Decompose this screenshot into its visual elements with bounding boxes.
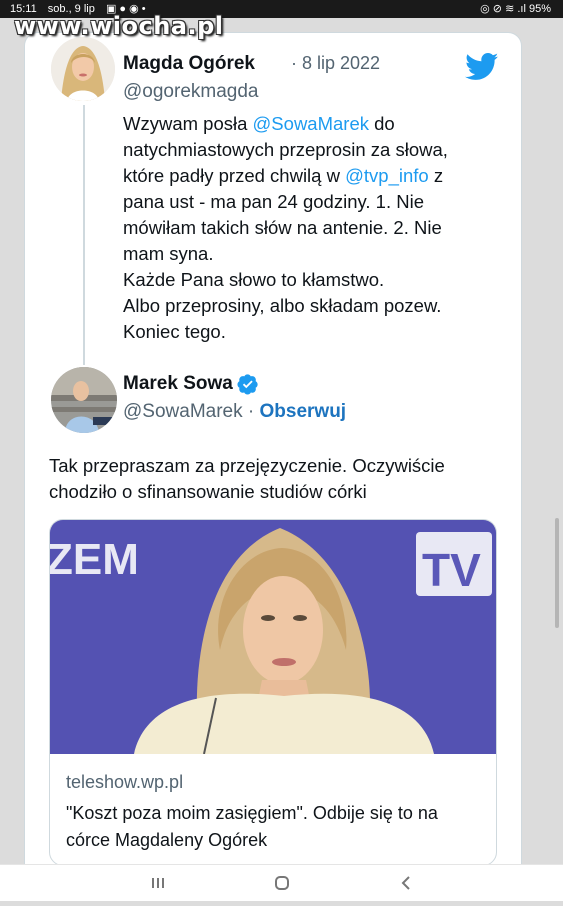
link-preview-card[interactable]: ZEM TV teleshow.wp.pl "Koszt poza moim z…	[49, 519, 497, 866]
watermark-text: www.wiocha.pl	[14, 12, 224, 40]
link-domain: teleshow.wp.pl	[66, 772, 184, 792]
recent-apps-button[interactable]	[138, 865, 178, 901]
tweet-line: pana ust - ma pan 24 godziny. 1. Nie	[123, 189, 448, 215]
text-run: Koniec tego.	[123, 321, 226, 342]
twitter-logo-icon	[465, 53, 499, 80]
author-handle-marek: @SowaMarek · Obserwuj	[123, 401, 346, 423]
text-run: które padły przed chwilą w	[123, 165, 346, 186]
tweet-line: chodziło o sfinansowanie studiów córki	[49, 481, 367, 502]
text-run: z	[428, 165, 444, 186]
text-run: Wzywam posła	[123, 113, 253, 134]
thread-line	[83, 105, 85, 365]
home-icon	[275, 876, 289, 890]
text-run: pana ust - ma pan 24 godziny. 1. Nie	[123, 191, 424, 212]
author-name-magda[interactable]: Magda Ogórek	[123, 53, 255, 75]
avatar-marek-image	[51, 367, 117, 433]
tweet-date[interactable]: · 8 lip 2022	[291, 53, 380, 74]
tweet-card[interactable]: Magda Ogórek · 8 lip 2022 @ogorekmagda W…	[24, 32, 522, 880]
text-run: mam syna.	[123, 243, 214, 264]
handle-text[interactable]: @SowaMarek	[123, 401, 243, 422]
tweet-line: które padły przed chwilą w @tvp_info z	[123, 163, 448, 189]
recent-apps-icon	[152, 878, 164, 888]
avatar-magda[interactable]	[51, 37, 115, 101]
author-handle-magda[interactable]: @ogorekmagda	[123, 81, 258, 103]
avatar-magda-image	[51, 37, 115, 101]
tweet-line: Wzywam posła @SowaMarek do	[123, 111, 448, 137]
separator: ·	[242, 401, 260, 422]
link-title-line: córce Magdaleny Ogórek	[66, 830, 268, 850]
home-button[interactable]	[262, 865, 302, 901]
screen: Magda Ogórek · 8 lip 2022 @ogorekmagda W…	[0, 18, 563, 880]
text-run: Każde Pana słowo to kłamstwo.	[123, 269, 385, 290]
text-run: do	[369, 113, 395, 134]
text-run: Albo przeprosiny, albo składam pozew.	[123, 295, 442, 316]
image-text-left: ZEM	[50, 535, 139, 584]
tweet-line: Albo przeprosiny, albo składam pozew.	[123, 293, 448, 319]
battery-level: 95%	[528, 3, 551, 15]
scrollbar[interactable]	[555, 518, 559, 628]
text-run: mówiłam takich słów na antenie. 2. Nie	[123, 217, 442, 238]
navigation-bar	[0, 864, 563, 901]
mention-link[interactable]: @tvp_info	[345, 165, 429, 186]
image-text-right: TV	[422, 544, 481, 596]
mention-link[interactable]: @SowaMarek	[253, 113, 369, 134]
back-icon	[401, 876, 410, 890]
tweet-line: Tak przepraszam za przejęzyczenie. Oczyw…	[49, 455, 445, 476]
back-button[interactable]	[386, 865, 426, 901]
tweet-line: Każde Pana słowo to kłamstwo.	[123, 267, 448, 293]
tweet-line: mówiłam takich słów na antenie. 2. Nie	[123, 215, 448, 241]
avatar-marek[interactable]	[51, 367, 117, 433]
link-title: "Koszt poza moim zasięgiem". Odbije się …	[66, 800, 486, 854]
status-icons: ◎ ⊘ ≋ .ıl	[480, 3, 529, 15]
tweet-line: mam syna.	[123, 241, 448, 267]
tweet-line: natychmiastowych przeprosin za słowa,	[123, 137, 448, 163]
tweet-line: Koniec tego.	[123, 319, 448, 345]
link-title-line: "Koszt poza moim zasięgiem". Odbije się …	[66, 803, 438, 823]
verified-badge-icon	[237, 374, 258, 395]
author-name-marek[interactable]: Marek Sowa	[123, 373, 233, 395]
tweet-text-marek: Tak przepraszam za przejęzyczenie. Oczyw…	[49, 453, 445, 505]
tweet-text-magda: Wzywam posła @SowaMarek do natychmiastow…	[123, 111, 448, 345]
follow-button[interactable]: Obserwuj	[260, 401, 347, 422]
link-preview-image[interactable]: ZEM TV	[50, 520, 496, 754]
text-run: natychmiastowych przeprosin za słowa,	[123, 139, 448, 160]
